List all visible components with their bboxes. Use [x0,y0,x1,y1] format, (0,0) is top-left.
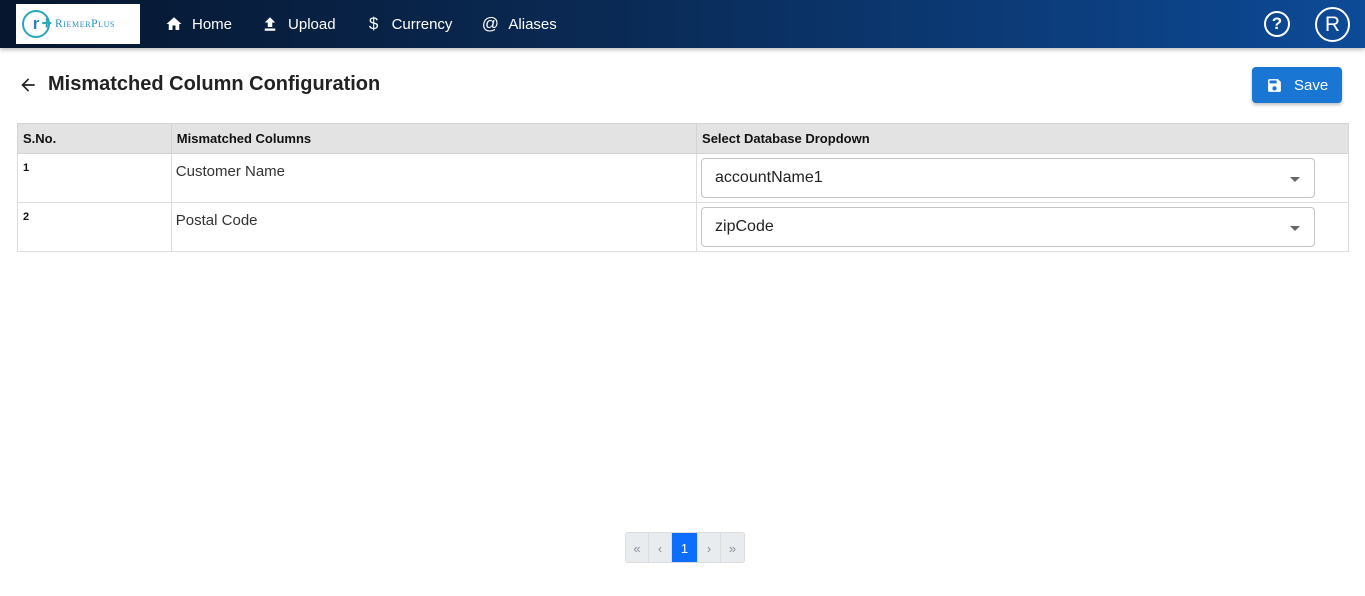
nav-item-home[interactable]: Home [165,0,232,48]
nav-item-aliases[interactable]: @ Aliases [481,0,557,48]
database-column-select[interactable]: zipCode [701,207,1316,247]
table-header-row: S.No. Mismatched Columns Select Database… [17,123,1349,154]
home-icon [165,15,183,33]
upload-icon [261,15,279,33]
user-avatar[interactable]: R [1315,7,1350,42]
pagination: « ‹ 1 › » [625,532,745,563]
brand-name: RiemerPlus [55,18,116,30]
row-column-name: Postal Code [170,202,698,252]
prev-page-button[interactable]: ‹ [649,533,672,562]
save-icon [1268,78,1281,92]
nav-item-currency[interactable]: $ Currency [365,0,453,48]
nav-item-label: Aliases [508,15,557,33]
dropdown-caret-icon [1290,226,1301,231]
mismatch-table: S.No. Mismatched Columns Select Database… [17,123,1349,252]
nav-item-label: Currency [391,15,453,33]
nav-item-upload[interactable]: Upload [261,0,336,48]
select-value: accountName1 [715,169,823,186]
next-page-button[interactable]: › [698,533,721,562]
last-page-button[interactable]: » [721,533,744,562]
database-column-select[interactable]: accountName1 [701,158,1316,198]
save-button[interactable]: Save [1252,67,1342,103]
logo-mark-icon: r + [22,10,52,38]
page-title: Mismatched Column Configuration [48,73,381,95]
first-page-button[interactable]: « [626,533,649,562]
dropdown-caret-icon [1290,177,1301,182]
page-1-button[interactable]: 1 [672,533,698,562]
row-sno: 2 [17,202,172,252]
row-sno: 1 [17,153,172,203]
brand-logo[interactable]: r + RiemerPlus [16,4,140,44]
help-icon[interactable]: ? [1264,11,1290,37]
nav-item-label: Upload [288,15,336,33]
nav-item-label: Home [192,15,233,33]
column-header-database: Select Database Dropdown [696,123,1349,154]
table-row: 2 Postal Code zipCode [17,202,1349,252]
column-header-sno: S.No. [17,123,172,154]
column-header-mismatched: Mismatched Columns [170,123,698,154]
row-column-name: Customer Name [170,153,698,203]
select-value: zipCode [715,218,774,235]
dollar-icon: $ [368,14,379,33]
back-arrow-icon[interactable] [18,75,38,95]
top-navbar: r + RiemerPlus Home Upload $ Currency @ A… [0,0,1365,48]
main-nav: Home Upload $ Currency @ Aliases [165,0,586,48]
table-row: 1 Customer Name accountName1 [17,153,1349,203]
save-label: Save [1294,76,1329,94]
at-icon: @ [481,14,500,33]
